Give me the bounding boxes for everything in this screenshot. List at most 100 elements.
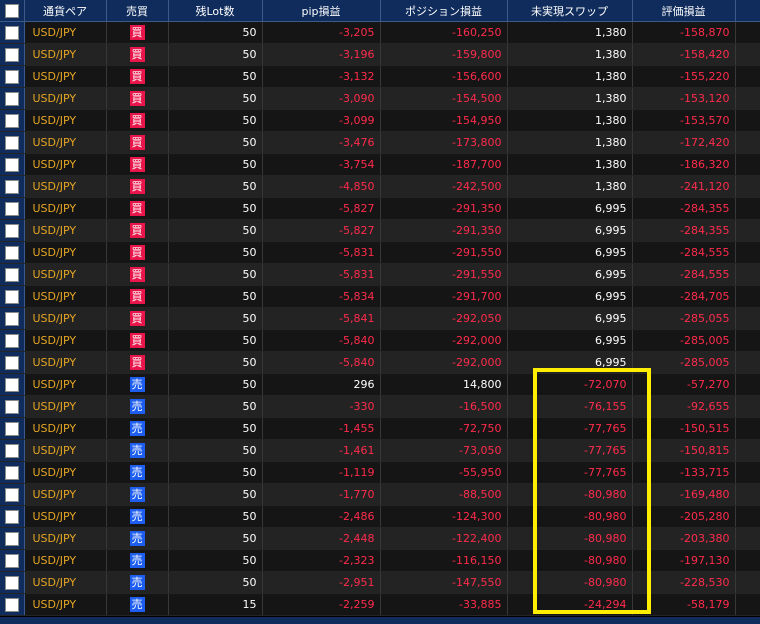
table-row[interactable]: USD/JPY 売 50 296 14,800 -72,070 -57,270: [0, 373, 760, 396]
row-checkbox-cell[interactable]: [0, 505, 25, 528]
table-row[interactable]: USD/JPY 売 50 -2,951 -147,550 -80,980 -228,530: [0, 571, 760, 594]
table-row[interactable]: USD/JPY 買 50 -3,196 -159,800 1,380 -158,420: [0, 43, 760, 66]
row-checkbox[interactable]: [4, 201, 19, 216]
row-checkbox-cell[interactable]: [0, 329, 25, 352]
cell-swap: 6,995: [507, 197, 633, 220]
table-row[interactable]: USD/JPY 売 50 -1,461 -73,050 -77,765 -150,815: [0, 439, 760, 462]
row-checkbox[interactable]: [4, 47, 19, 62]
header-position-pl[interactable]: ポジション損益: [380, 0, 508, 22]
table-row[interactable]: USD/JPY 売 50 -1,119 -55,950 -77,765 -133,715: [0, 461, 760, 484]
table-row[interactable]: USD/JPY 買 50 -5,827 -291,350 6,995 -284,355: [0, 197, 760, 220]
row-checkbox[interactable]: [4, 91, 19, 106]
table-row[interactable]: USD/JPY 売 50 -330 -16,500 -76,155 -92,655: [0, 395, 760, 418]
cell-spacer: [735, 285, 760, 308]
row-checkbox[interactable]: [4, 399, 19, 414]
table-row[interactable]: USD/JPY 買 50 -5,840 -292,000 6,995 -285,005: [0, 351, 760, 374]
table-row[interactable]: USD/JPY 買 50 -3,754 -187,700 1,380 -186,320: [0, 153, 760, 176]
row-checkbox-cell[interactable]: [0, 439, 25, 462]
row-checkbox[interactable]: [4, 311, 19, 326]
table-row[interactable]: USD/JPY 買 50 -3,099 -154,950 1,380 -153,570: [0, 109, 760, 132]
row-checkbox[interactable]: [4, 333, 19, 348]
table-row[interactable]: USD/JPY 売 50 -1,455 -72,750 -77,765 -150,515: [0, 417, 760, 440]
row-checkbox[interactable]: [4, 421, 19, 436]
table-row[interactable]: USD/JPY 買 50 -3,476 -173,800 1,380 -172,420: [0, 131, 760, 154]
row-checkbox[interactable]: [4, 443, 19, 458]
table-row[interactable]: USD/JPY 買 50 -3,090 -154,500 1,380 -153,120: [0, 87, 760, 110]
row-checkbox[interactable]: [4, 531, 19, 546]
row-checkbox[interactable]: [4, 509, 19, 524]
row-checkbox-cell[interactable]: [0, 65, 25, 88]
row-checkbox-cell[interactable]: [0, 241, 25, 264]
row-checkbox[interactable]: [4, 223, 19, 238]
row-checkbox-cell[interactable]: [0, 109, 25, 132]
table-row[interactable]: USD/JPY 買 50 -5,841 -292,050 6,995 -285,055: [0, 307, 760, 330]
row-checkbox-cell[interactable]: [0, 483, 25, 506]
table-row[interactable]: USD/JPY 買 50 -3,205 -160,250 1,380 -158,870: [0, 21, 760, 44]
row-checkbox[interactable]: [4, 487, 19, 502]
row-checkbox[interactable]: [4, 465, 19, 480]
select-all-checkbox-cell[interactable]: [0, 0, 25, 22]
header-pip-pl[interactable]: pip損益: [262, 0, 381, 22]
row-checkbox-cell[interactable]: [0, 263, 25, 286]
row-checkbox[interactable]: [4, 179, 19, 194]
sell-badge: 売: [129, 377, 145, 392]
row-checkbox-cell[interactable]: [0, 571, 25, 594]
cell-valuation: -172,420: [632, 131, 736, 154]
row-checkbox[interactable]: [4, 355, 19, 370]
table-row[interactable]: USD/JPY 買 50 -5,834 -291,700 6,995 -284,705: [0, 285, 760, 308]
table-row[interactable]: USD/JPY 売 50 -1,770 -88,500 -80,980 -169,480: [0, 483, 760, 506]
bottom-scroll-strip[interactable]: [0, 617, 760, 624]
row-checkbox-cell[interactable]: [0, 219, 25, 242]
cell-pip: -330: [262, 395, 381, 418]
row-checkbox[interactable]: [4, 289, 19, 304]
row-checkbox[interactable]: [4, 245, 19, 260]
row-checkbox-cell[interactable]: [0, 593, 25, 616]
row-checkbox-cell[interactable]: [0, 395, 25, 418]
select-all-checkbox[interactable]: [4, 3, 19, 18]
table-row[interactable]: USD/JPY 売 15 -2,259 -33,885 -24,294 -58,179: [0, 593, 760, 616]
row-checkbox[interactable]: [4, 267, 19, 282]
row-checkbox-cell[interactable]: [0, 43, 25, 66]
row-checkbox-cell[interactable]: [0, 131, 25, 154]
header-unrealized-swap[interactable]: 未実現スワップ: [507, 0, 633, 22]
table-row[interactable]: USD/JPY 買 50 -3,132 -156,600 1,380 -155,220: [0, 65, 760, 88]
header-pair[interactable]: 通貨ペア: [24, 0, 107, 22]
table-row[interactable]: USD/JPY 売 50 -2,486 -124,300 -80,980 -205,280: [0, 505, 760, 528]
header-lots[interactable]: 残Lot数: [168, 0, 263, 22]
row-checkbox[interactable]: [4, 113, 19, 128]
row-checkbox-cell[interactable]: [0, 549, 25, 572]
table-row[interactable]: USD/JPY 買 50 -5,827 -291,350 6,995 -284,355: [0, 219, 760, 242]
header-side[interactable]: 売買: [106, 0, 169, 22]
row-checkbox[interactable]: [4, 157, 19, 172]
table-row[interactable]: USD/JPY 買 50 -5,831 -291,550 6,995 -284,555: [0, 241, 760, 264]
table-row[interactable]: USD/JPY 売 50 -2,323 -116,150 -80,980 -197,130: [0, 549, 760, 572]
cell-side: 買: [106, 307, 169, 330]
cell-valuation: -153,120: [632, 87, 736, 110]
cell-spacer: [735, 593, 760, 616]
row-checkbox-cell[interactable]: [0, 285, 25, 308]
table-row[interactable]: USD/JPY 買 50 -4,850 -242,500 1,380 -241,120: [0, 175, 760, 198]
row-checkbox-cell[interactable]: [0, 417, 25, 440]
table-row[interactable]: USD/JPY 買 50 -5,840 -292,000 6,995 -285,005: [0, 329, 760, 352]
row-checkbox[interactable]: [4, 25, 19, 40]
row-checkbox-cell[interactable]: [0, 351, 25, 374]
table-row[interactable]: USD/JPY 売 50 -2,448 -122,400 -80,980 -203,380: [0, 527, 760, 550]
row-checkbox-cell[interactable]: [0, 527, 25, 550]
row-checkbox-cell[interactable]: [0, 461, 25, 484]
row-checkbox[interactable]: [4, 575, 19, 590]
row-checkbox-cell[interactable]: [0, 307, 25, 330]
table-row[interactable]: USD/JPY 買 50 -5,831 -291,550 6,995 -284,555: [0, 263, 760, 286]
row-checkbox[interactable]: [4, 69, 19, 84]
row-checkbox[interactable]: [4, 377, 19, 392]
row-checkbox[interactable]: [4, 597, 19, 612]
row-checkbox-cell[interactable]: [0, 175, 25, 198]
cell-pip: -2,259: [262, 593, 381, 616]
row-checkbox-cell[interactable]: [0, 197, 25, 220]
header-valuation-pl[interactable]: 評価損益: [632, 0, 736, 22]
row-checkbox[interactable]: [4, 135, 19, 150]
row-checkbox-cell[interactable]: [0, 21, 25, 44]
row-checkbox[interactable]: [4, 553, 19, 568]
row-checkbox-cell[interactable]: [0, 153, 25, 176]
row-checkbox-cell[interactable]: [0, 87, 25, 110]
row-checkbox-cell[interactable]: [0, 373, 25, 396]
